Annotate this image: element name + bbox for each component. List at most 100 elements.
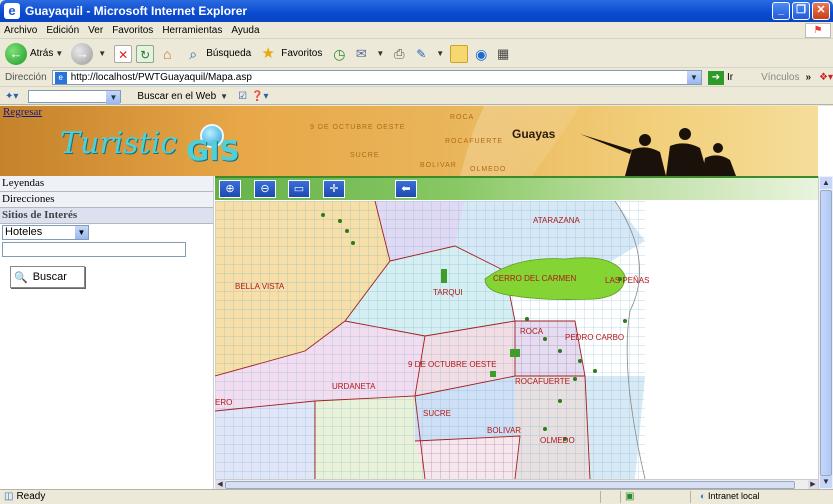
banner-faint-label: BOLIVAR: [420, 162, 457, 169]
search-toolbar: ✦▾ ▼ Buscar en el Web ▼ ☑ ❓▾: [0, 88, 833, 105]
scroll-left-icon[interactable]: ◀: [215, 480, 225, 489]
edit-icon[interactable]: ✎: [412, 45, 430, 63]
address-input[interactable]: e http://localhost/PWTGuayaquil/Mapa.asp…: [51, 70, 702, 85]
stop-icon[interactable]: ✕: [114, 44, 133, 63]
research-icon[interactable]: ▦: [494, 45, 512, 63]
menu-herramientas[interactable]: Herramientas: [162, 25, 222, 36]
menu-archivo[interactable]: Archivo: [4, 25, 37, 36]
zoom-in-icon[interactable]: ⊕: [219, 180, 241, 198]
map-canvas: ATARAZANA BELLA VISTA CERRO DEL CARMEN L…: [215, 201, 818, 479]
status-text: Ready: [16, 491, 46, 502]
go-button[interactable]: ➔ Ir: [707, 70, 733, 85]
address-bar: Dirección e http://localhost/PWTGuayaqui…: [0, 69, 833, 87]
scroll-thumb[interactable]: [820, 190, 832, 476]
links-toolbar[interactable]: Vínculos: [761, 72, 799, 83]
lock-icon: ▣: [625, 491, 635, 502]
page-status-icon: ◫: [4, 491, 14, 502]
minimize-button[interactable]: _: [772, 2, 790, 20]
pan-icon[interactable]: ✛: [323, 180, 345, 198]
close-button[interactable]: ✕: [812, 2, 830, 20]
banner-faint-label: SUCRE: [350, 152, 380, 159]
map-label: ROCAFUERTE: [515, 377, 570, 386]
menu-ver[interactable]: Ver: [88, 25, 103, 36]
go-arrow-icon: ➔: [707, 70, 724, 85]
forward-arrow-icon: →: [71, 42, 94, 65]
map-label: ERO: [215, 398, 232, 407]
star-icon: ★: [261, 44, 275, 62]
map-label: ROCA: [520, 327, 544, 336]
help-icon[interactable]: ❓▾: [251, 91, 268, 102]
window-title-bar: e Guayaquil - Microsoft Internet Explore…: [0, 0, 833, 22]
full-extent-icon[interactable]: ▭: [288, 180, 310, 198]
map-label: URDANETA: [332, 382, 376, 391]
toolbar-logo-icon: ✦▾: [5, 90, 19, 102]
map-toolbar: ⊕ ⊖ ▭ ✛ ⬅: [215, 176, 818, 200]
map-label: ATARAZANA: [533, 216, 580, 225]
menu-ayuda[interactable]: Ayuda: [231, 25, 259, 36]
buscar-button[interactable]: 🔍 Buscar: [10, 266, 85, 288]
maximize-button[interactable]: ❐: [792, 2, 810, 20]
city-map[interactable]: ATARAZANA BELLA VISTA CERRO DEL CARMEN L…: [215, 201, 818, 479]
search-icon: ⌕: [189, 45, 198, 62]
window-title: Guayaquil - Microsoft Internet Explorer: [25, 4, 248, 18]
checkmark-icon[interactable]: ☑: [238, 91, 247, 102]
banner: 9 DE OCTUBRE OESTE SUCRE BOLIVAR ROCA RO…: [0, 106, 818, 176]
page-content: 9 DE OCTUBRE OESTE SUCRE BOLIVAR ROCA RO…: [0, 106, 833, 489]
windows-flag-icon: ⚑: [805, 23, 831, 38]
magnifier-icon: 🔍: [14, 271, 28, 284]
messenger-icon[interactable]: ◉: [472, 45, 490, 63]
favorites-button[interactable]: ★ Favoritos: [259, 44, 323, 63]
scroll-down-icon[interactable]: ▼: [820, 476, 832, 488]
menu-bar: Archivo Edición Ver Favoritos Herramient…: [0, 22, 833, 39]
addon-icon[interactable]: ❖▾: [819, 72, 833, 83]
chevron-down-icon[interactable]: ▼: [75, 226, 88, 239]
map-label: LAS PEÑAS: [605, 276, 649, 285]
mail-icon[interactable]: ✉: [352, 45, 370, 63]
search-dropdown-arrow[interactable]: ▼: [106, 90, 121, 104]
map-label: OLMEDO: [540, 436, 575, 445]
intranet-icon: ◐: [700, 491, 708, 501]
back-button[interactable]: ← Atrás ▼: [5, 42, 63, 65]
home-icon[interactable]: ⌂: [158, 45, 176, 63]
banner-faint-label: ROCA: [450, 114, 475, 121]
site-search-input[interactable]: [2, 242, 186, 257]
address-dropdown-arrow[interactable]: ▼: [686, 71, 701, 84]
region-label: Guayas: [512, 127, 556, 141]
people-silhouette-icon: [580, 128, 736, 176]
map-label: 9 DE OCTUBRE OESTE: [408, 360, 496, 369]
regresar-link[interactable]: Regresar: [3, 106, 42, 118]
back-arrow-icon[interactable]: ⬅: [395, 180, 417, 198]
banner-faint-label: ROCAFUERTE: [445, 138, 504, 145]
history-icon[interactable]: ◷: [330, 45, 348, 63]
forward-button[interactable]: → ▼: [71, 42, 106, 65]
sidebar-item-direcciones[interactable]: Direcciones: [0, 192, 213, 208]
ie-logo-icon: e: [4, 3, 20, 19]
back-arrow-icon: ←: [5, 42, 27, 65]
logo-text: Turistic: [60, 126, 178, 161]
search-web-button[interactable]: Buscar en el Web: [137, 91, 216, 102]
refresh-icon[interactable]: ↻: [136, 44, 155, 63]
map-label: SUCRE: [423, 409, 451, 418]
scroll-thumb[interactable]: [225, 481, 795, 489]
scroll-up-icon[interactable]: ▲: [820, 177, 832, 189]
status-bar: ◫ Ready ▣ ◐ Intranet local: [0, 489, 833, 503]
sidebar-item-leyendas[interactable]: Leyendas: [0, 176, 213, 192]
menu-edicion[interactable]: Edición: [46, 25, 79, 36]
standard-toolbar: ← Atrás ▼ → ▼ ✕ ↻ ⌂ ⌕ Búsqueda ★ Favoritos…: [0, 40, 833, 68]
banner-faint-label: 9 DE OCTUBRE OESTE: [310, 124, 406, 131]
web-search-input[interactable]: ▼: [28, 89, 122, 104]
left-panel: Leyendas Direcciones Sitios de Interés H…: [0, 176, 214, 489]
map-label: PEDRO CARBO: [565, 333, 624, 342]
map-horizontal-scrollbar[interactable]: ◀ ▶: [215, 479, 818, 489]
scroll-right-icon[interactable]: ▶: [808, 480, 818, 489]
chevron-right-icon[interactable]: »: [805, 72, 811, 83]
print-icon[interactable]: ⎙: [390, 45, 408, 63]
menu-favoritos[interactable]: Favoritos: [112, 25, 153, 36]
zoom-out-icon[interactable]: ⊖: [254, 180, 276, 198]
category-select[interactable]: Hoteles ▼: [2, 225, 89, 240]
map-label: BOLIVAR: [487, 426, 521, 435]
sidebar-item-sitios-de-interes[interactable]: Sitios de Interés: [0, 208, 213, 224]
page-vertical-scrollbar[interactable]: ▲ ▼: [818, 176, 833, 489]
search-button[interactable]: ⌕ Búsqueda: [184, 45, 251, 63]
folder-icon[interactable]: [450, 44, 469, 63]
